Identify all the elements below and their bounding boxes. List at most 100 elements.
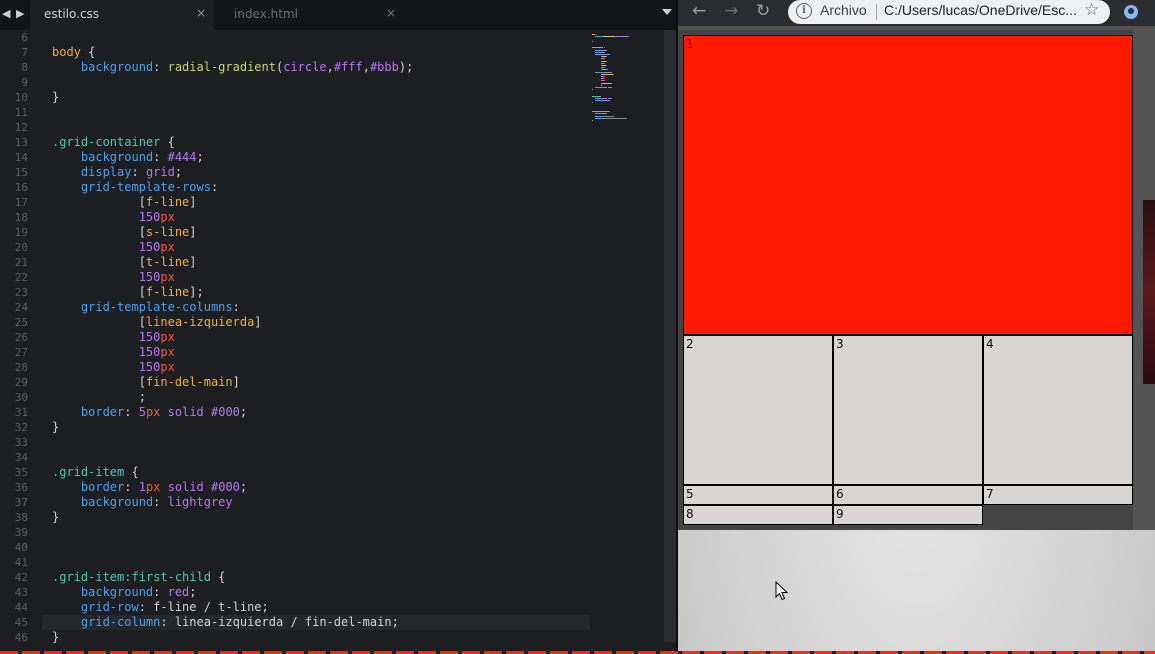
tab-estilo-css[interactable]: estilo.css × xyxy=(30,0,214,30)
close-icon[interactable]: × xyxy=(386,6,396,20)
code-line[interactable]: display: grid; xyxy=(52,165,182,179)
line-number: 44 xyxy=(14,601,28,614)
code-line[interactable]: grid-row: f-line / t-line; xyxy=(52,600,269,614)
code-line[interactable]: 150px xyxy=(52,360,175,374)
code-line[interactable]: [f-line] xyxy=(52,195,197,209)
code-token: : xyxy=(153,60,168,74)
minimap-mark xyxy=(603,76,605,77)
code-line[interactable]: border: 5px solid #000; xyxy=(52,405,247,419)
code-token: px xyxy=(160,345,175,359)
code-line[interactable]: border: 1px solid #000; xyxy=(52,480,247,494)
code-token: solid xyxy=(167,405,204,419)
code-token: : xyxy=(153,585,168,599)
tab-nav-arrows-icon[interactable]: ◀ ▶ xyxy=(2,7,25,20)
tab-index-html[interactable]: index.html × xyxy=(220,0,410,30)
code-line[interactable]: background: lightgrey xyxy=(52,495,233,509)
code-line[interactable]: background: red; xyxy=(52,585,197,599)
code-line[interactable]: } xyxy=(52,510,59,524)
back-icon[interactable]: ← xyxy=(692,1,706,21)
code-line[interactable]: 150px xyxy=(52,330,175,344)
line-number: 11 xyxy=(14,106,28,119)
close-icon[interactable]: × xyxy=(196,6,206,20)
code-line[interactable]: .grid-container { xyxy=(52,135,175,149)
code-token: radial-gradient xyxy=(167,60,276,74)
code-line[interactable]: grid-column: linea-izquierda / fin-del-m… xyxy=(52,615,399,629)
minimap-mark xyxy=(595,100,603,102)
code-line[interactable]: [t-line] xyxy=(52,255,197,269)
forward-icon[interactable]: → xyxy=(724,1,738,21)
line-number: 28 xyxy=(14,361,28,374)
line-number: 27 xyxy=(14,346,28,359)
code-line[interactable]: [fin-del-main] xyxy=(52,375,240,389)
code-token: : xyxy=(232,300,240,314)
code-line[interactable]: .grid-item { xyxy=(52,465,139,479)
code-token: #444 xyxy=(167,150,197,164)
code-line[interactable]: .grid-item:first-child { xyxy=(52,570,225,584)
url-text[interactable]: C:/Users/lucas/OneDrive/Esc... xyxy=(884,2,1077,18)
chevron-down-icon[interactable] xyxy=(662,9,672,15)
code-line[interactable]: background: #444; xyxy=(52,150,204,164)
line-number: 7 xyxy=(21,46,28,59)
minimap-mark xyxy=(606,60,607,62)
grid-item-8: 8 xyxy=(683,505,833,525)
minimap-mark xyxy=(592,34,595,36)
minimap-mark xyxy=(595,117,604,119)
code-line[interactable]: grid-template-columns: xyxy=(52,300,240,314)
code-token: ]; xyxy=(189,285,204,299)
code-token: : xyxy=(210,180,219,194)
code-token: { xyxy=(80,45,96,59)
code-line[interactable]: 150px xyxy=(52,270,175,284)
line-number: 32 xyxy=(14,421,28,434)
code-line[interactable]: 150px xyxy=(52,210,175,224)
code-line[interactable]: background: radial-gradient(circle,#fff,… xyxy=(52,60,413,74)
code-line[interactable]: ; xyxy=(52,390,146,404)
code-line[interactable]: [f-line]; xyxy=(52,285,204,299)
code-token: #bbb xyxy=(369,60,399,74)
minimap-mark xyxy=(603,36,615,38)
minimap-mark xyxy=(606,49,607,51)
code-line[interactable]: [linea-izquierda] xyxy=(52,315,262,329)
code-editor: ◀ ▶ estilo.css × index.html × 6 7 8 9 10 11 12… xyxy=(0,0,677,654)
minimap-mark xyxy=(595,36,603,38)
code-line[interactable]: } xyxy=(52,630,59,644)
code-token: grid-column xyxy=(80,615,161,629)
code-area[interactable]: body { background: radial-gradient(circl… xyxy=(42,30,590,654)
code-token: { xyxy=(124,465,139,479)
code-line[interactable]: grid-template-rows: xyxy=(52,180,218,194)
code-token: grid-template-rows xyxy=(80,180,211,194)
profile-avatar-icon[interactable] xyxy=(1124,5,1138,19)
minimap-mark xyxy=(610,71,612,73)
line-number: 20 xyxy=(14,241,28,254)
line-number: 34 xyxy=(14,451,28,464)
minimap[interactable] xyxy=(590,30,662,170)
code-token: [ xyxy=(52,315,146,329)
code-line[interactable]: 150px xyxy=(52,345,175,359)
minimap-mark xyxy=(592,40,593,42)
code-token: fin-del-main xyxy=(145,375,233,389)
code-line[interactable]: } xyxy=(52,90,59,104)
code-line[interactable]: [s-line] xyxy=(52,225,197,239)
line-number: 45 xyxy=(14,616,28,629)
minimap-mark xyxy=(609,111,610,113)
code-token: ; xyxy=(174,165,183,179)
editor-scrollbar[interactable] xyxy=(664,30,676,642)
code-line[interactable]: 150px xyxy=(52,240,175,254)
address-bar[interactable]: i Archivo C:/Users/lucas/OneDrive/Esc...… xyxy=(788,0,1110,24)
code-line[interactable]: body { xyxy=(52,45,95,59)
info-icon[interactable]: i xyxy=(796,3,812,19)
bookmark-star-icon[interactable]: ☆ xyxy=(1084,0,1099,20)
minimap-mark xyxy=(600,95,601,97)
code-token: ; xyxy=(196,150,204,164)
grid-item-3: 3 xyxy=(833,335,983,485)
minimap-mark xyxy=(610,87,612,88)
code-token: background xyxy=(80,150,154,164)
line-number: 26 xyxy=(14,331,28,344)
reload-icon[interactable]: ↻ xyxy=(756,1,770,21)
code-token: ] xyxy=(189,195,197,209)
code-line[interactable]: } xyxy=(52,420,59,434)
line-number: 29 xyxy=(14,376,28,389)
